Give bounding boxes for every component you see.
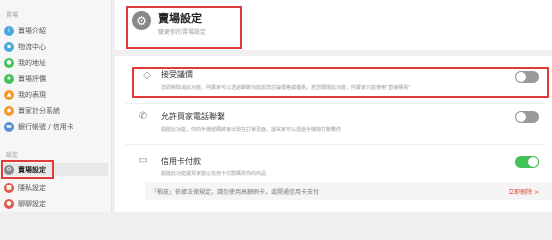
- highlight-box: [126, 6, 242, 49]
- sidebar-item-label: 物流中心: [18, 42, 46, 51]
- sidebar-group-label-settings: 設定: [6, 152, 19, 159]
- chat-icon: ●: [4, 198, 14, 209]
- highlight-box: [1, 160, 54, 179]
- setting-desc-phone-contact: 開啟此功能，你的手機號碼將會出現在訂單頁面，讓買家可以透過手機撥打聯繫你: [161, 127, 342, 133]
- location-icon: ●: [4, 57, 14, 68]
- notice-text: 「蝦皮」依據法律規定，請勿使用高額刷卡，或開通信用卡支付: [151, 189, 320, 196]
- credit-card-toggle[interactable]: [515, 156, 539, 168]
- sidebar: 賣場 i 賣場介紹 ▪ 物流中心 ● 我的地址 ★ 賣場評價 ▲ 我的表現 ◆ …: [0, 0, 112, 212]
- sidebar-item-label: 聊聊設定: [18, 199, 46, 208]
- sidebar-item-label: 隱私設定: [18, 183, 46, 192]
- sidebar-item-label: 賣家計分系統: [18, 106, 60, 115]
- sidebar-item-label: 銀行帳號 / 信用卡: [18, 122, 74, 131]
- chart-icon: ▲: [4, 89, 14, 100]
- sidebar-item-performance[interactable]: ▲ 我的表現: [4, 88, 108, 101]
- sidebar-item-label: 我的表現: [18, 90, 46, 99]
- notice-link[interactable]: 立即刪除 >: [508, 187, 539, 196]
- phone-contact-toggle[interactable]: [515, 111, 539, 123]
- sidebar-item-ratings[interactable]: ★ 賣場評價: [4, 72, 108, 85]
- credit-card-notice: 「蝦皮」依據法律規定，請勿使用高額刷卡，或開通信用卡支付 立即刪除 >: [145, 182, 552, 200]
- card-icon: ▬: [4, 121, 14, 132]
- star-icon: ★: [4, 73, 14, 84]
- sidebar-item-label: 賣場介紹: [18, 26, 46, 35]
- sidebar-item-chat-settings[interactable]: ● 聊聊設定: [4, 197, 108, 210]
- sidebar-group-label-shop: 賣場: [6, 12, 19, 19]
- settings-panel: ◇ 接受議價 您即將取消此功能，則賣家可以透過聊聊功能與您討論價格或優惠。若您關…: [115, 56, 552, 212]
- setting-desc-credit-card: 開啟此功能讓買家能以信用卡付款購買你的商品: [161, 171, 267, 177]
- sidebar-item-label: 我的地址: [18, 58, 46, 67]
- page-header: ⚙ 賣場設定 變更你的賣場設定: [115, 0, 552, 50]
- main-content: ⚙ 賣場設定 變更你的賣場設定 ◇ 接受議價 您即將取消此功能，則賣家可以透過聊…: [113, 0, 552, 212]
- toggle-knob: [528, 157, 538, 167]
- sidebar-item-bank-card[interactable]: ▬ 銀行帳號 / 信用卡: [4, 120, 108, 133]
- sidebar-item-label: 賣場評價: [18, 74, 46, 83]
- divider: [125, 144, 545, 145]
- lock-icon: ■: [4, 182, 14, 193]
- score-icon: ◆: [4, 105, 14, 116]
- truck-icon: ▪: [4, 41, 14, 52]
- setting-title-phone-contact: 允許買家電話聯繫: [161, 112, 225, 121]
- credit-card-icon: ▭: [138, 154, 148, 166]
- sidebar-item-logistics[interactable]: ▪ 物流中心: [4, 40, 108, 53]
- phone-icon: ✆: [138, 110, 148, 122]
- divider: [125, 103, 545, 104]
- sidebar-item-shop-intro[interactable]: i 賣場介紹: [4, 24, 108, 37]
- sidebar-item-privacy[interactable]: ■ 隱私設定: [4, 181, 108, 194]
- setting-title-credit-card: 信用卡付款: [161, 157, 201, 166]
- sidebar-item-address[interactable]: ● 我的地址: [4, 56, 108, 69]
- toggle-knob: [516, 112, 526, 122]
- sidebar-item-score-system[interactable]: ◆ 賣家計分系統: [4, 104, 108, 117]
- highlight-box: [132, 67, 549, 98]
- info-icon: i: [4, 25, 14, 36]
